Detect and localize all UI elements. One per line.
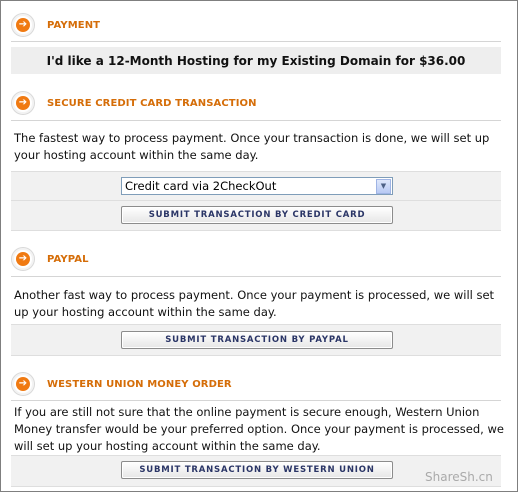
payment-method-select-value: Credit card via 2CheckOut [125, 179, 277, 193]
arrow-right-circle-icon: ➔ [11, 91, 35, 115]
section-title-credit-card: SECURE CREDIT CARD TRANSACTION [47, 97, 257, 109]
arrow-right-circle-icon: ➔ [11, 247, 35, 271]
divider [11, 276, 501, 277]
paypal-description: Another fast way to process payment. Onc… [14, 288, 495, 319]
submit-paypal-button[interactable]: SUBMIT TRANSACTION BY PAYPAL [121, 331, 393, 349]
section-header-western-union: ➔ WESTERN UNION MONEY ORDER [11, 370, 232, 398]
section-header-payment: ➔ PAYMENT [11, 11, 100, 39]
payment-method-select[interactable]: Credit card via 2CheckOut ▼ [121, 177, 393, 195]
chevron-down-icon[interactable]: ▼ [376, 178, 391, 194]
divider [11, 41, 501, 42]
western-union-description: If you are still not sure that the onlin… [14, 405, 504, 453]
divider [11, 200, 501, 201]
arrow-right-circle-icon: ➔ [11, 13, 35, 37]
order-headline: I'd like a 12-Month Hosting for my Exist… [11, 47, 501, 74]
section-title-paypal: PAYPAL [47, 253, 89, 265]
section-title-payment: PAYMENT [47, 19, 101, 31]
section-header-paypal: ➔ PAYPAL [11, 245, 89, 273]
watermark: ShareSh.cn [425, 470, 493, 484]
payment-panel: ➔ PAYMENT I'd like a 12-Month Hosting fo… [0, 0, 518, 492]
divider [11, 120, 501, 121]
arrow-right-circle-icon: ➔ [11, 372, 35, 396]
divider [11, 400, 501, 401]
section-title-western-union: WESTERN UNION MONEY ORDER [47, 378, 232, 390]
section-header-credit-card: ➔ SECURE CREDIT CARD TRANSACTION [11, 89, 257, 117]
credit-card-description: The fastest way to process payment. Once… [14, 131, 490, 162]
submit-western-union-button[interactable]: SUBMIT TRANSACTION BY WESTERN UNION [121, 461, 393, 479]
submit-credit-card-button[interactable]: SUBMIT TRANSACTION BY CREDIT CARD [121, 206, 393, 224]
